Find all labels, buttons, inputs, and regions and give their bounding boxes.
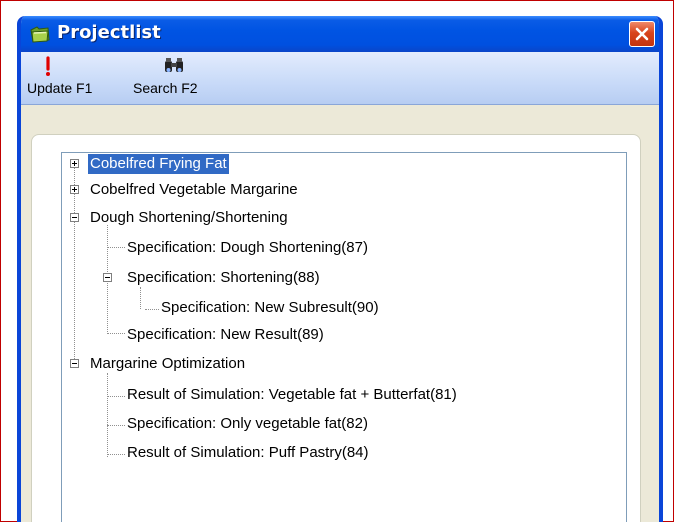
search-button[interactable]: Search F2	[133, 56, 225, 100]
tree-node-label[interactable]: Specification: New Result(89)	[125, 325, 326, 345]
title-bar[interactable]: Projectlist	[21, 16, 659, 52]
tree-node-label[interactable]: Specification: Shortening(88)	[125, 268, 322, 288]
tree-branch-line	[107, 373, 108, 457]
tree-connector	[107, 333, 125, 334]
tree-connector	[107, 396, 125, 397]
toolbar: Update F1 Search F2	[21, 52, 659, 105]
tree-node-label[interactable]: Specification: New Subresult(90)	[159, 298, 381, 318]
close-button[interactable]	[629, 21, 655, 47]
projects-group-box: Cobelfred Frying Fat Cobelfred Vegetable…	[31, 134, 641, 522]
tree-connector	[107, 454, 125, 455]
close-icon	[635, 27, 649, 41]
update-button[interactable]: Update F1	[27, 56, 125, 100]
tree-node-label[interactable]: Specification: Only vegetable fat(82)	[125, 414, 370, 434]
tree-node-label[interactable]: Result of Simulation: Puff Pastry(84)	[125, 443, 371, 463]
update-button-label: Update F1	[27, 80, 93, 96]
expand-plus-icon[interactable]	[70, 185, 79, 194]
collapse-minus-icon[interactable]	[103, 273, 112, 282]
window-title: Projectlist	[57, 22, 161, 43]
tree-connector	[145, 309, 159, 310]
expand-plus-icon[interactable]	[70, 159, 79, 168]
tree-connector	[107, 425, 125, 426]
tree-node-label[interactable]: Specification: Dough Shortening(87)	[125, 238, 370, 258]
collapse-minus-icon[interactable]	[70, 213, 79, 222]
tree-root-line	[74, 165, 75, 365]
tree-node-label[interactable]: Result of Simulation: Vegetable fat + Bu…	[125, 385, 459, 405]
tree-connector	[107, 247, 125, 248]
tree-node-label[interactable]: Margarine Optimization	[88, 354, 247, 374]
tree-node-label[interactable]: Dough Shortening/Shortening	[88, 208, 290, 228]
tree-branch-line	[140, 287, 141, 309]
tree-node-label[interactable]: Cobelfred Vegetable Margarine	[88, 180, 300, 200]
projectlist-window: Projectlist Update F1 Search F2 Cobelfre…	[17, 16, 663, 522]
folder-icon	[30, 26, 50, 43]
tree-node-label[interactable]: Cobelfred Frying Fat	[88, 154, 229, 174]
search-button-label: Search F2	[133, 80, 198, 96]
collapse-minus-icon[interactable]	[70, 359, 79, 368]
exclamation-icon	[46, 56, 50, 76]
project-tree[interactable]: Cobelfred Frying Fat Cobelfred Vegetable…	[61, 152, 627, 522]
binoculars-icon	[165, 58, 183, 72]
